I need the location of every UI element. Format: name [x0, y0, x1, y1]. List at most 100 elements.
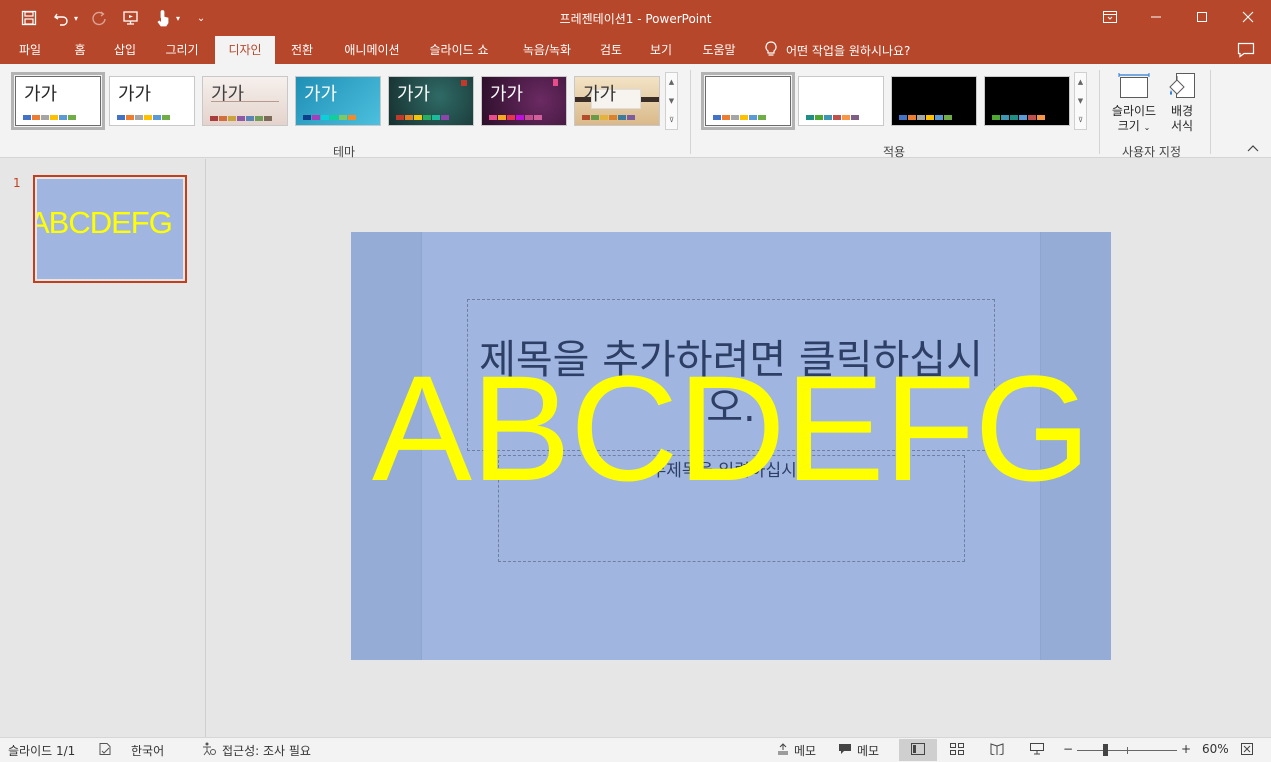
language-status[interactable]: 한국어 — [131, 742, 164, 759]
reading-view-button[interactable] — [978, 739, 1016, 761]
fit-to-window-button[interactable] — [1240, 742, 1254, 759]
slide-counter: 슬라이드 1/1 — [8, 744, 76, 758]
theme-sample-text: 가가 — [24, 84, 58, 105]
ribbon-tabs: 파일 홈 삽입 그리기 디자인 전환 애니메이션 슬라이드 쇼 녹음/녹화 검토… — [0, 36, 1271, 64]
tab-file[interactable]: 파일 — [8, 36, 52, 64]
format-background-button[interactable]: 배경 서식 — [1158, 70, 1206, 134]
slide-thumbnail[interactable]: ABCDEFG — [33, 175, 187, 283]
slide-size-button[interactable]: 슬라이드 크기 ⌄ — [1106, 70, 1162, 135]
theme-swatches — [23, 115, 76, 120]
fit-window-icon — [1240, 742, 1254, 759]
theme-swatches — [303, 115, 356, 120]
customize-group-label: 사용자 지정 — [1122, 145, 1182, 159]
theme-organic[interactable]: 가가 — [388, 76, 474, 126]
slide-number: 1 — [13, 176, 21, 190]
theme-sample-text: 가가 — [583, 84, 617, 105]
scroll-up-icon[interactable]: ▲ — [1078, 78, 1083, 86]
accessibility-icon — [201, 742, 217, 759]
theme-sample-text: 가가 — [118, 84, 152, 105]
theme-ion[interactable]: 가가 — [295, 76, 381, 126]
slideshow-button[interactable] — [1018, 739, 1056, 761]
close-icon[interactable] — [1225, 0, 1271, 34]
comment-icon — [838, 743, 852, 758]
zoom-level[interactable]: 60% — [1202, 742, 1229, 756]
status-bar: 슬라이드 1/1 한국어 접근성: 조사 필요 메모 메모 − + 60% — [0, 737, 1271, 762]
slide-size-icon — [1106, 70, 1162, 104]
slide-size-label-2: 크기 — [1117, 119, 1140, 133]
spell-check-status[interactable] — [98, 742, 112, 759]
zoom-slider-thumb[interactable] — [1103, 744, 1108, 756]
slide-editor: 제목을 추가하려면 클릭하십시오. 부제목을 입력하십시오 ABCDEFG — [207, 159, 1271, 737]
tab-draw[interactable]: 그리기 — [155, 36, 209, 64]
slide-size-label: 슬라이드 — [1111, 104, 1157, 118]
tab-insert[interactable]: 삽입 — [104, 36, 146, 64]
ribbon-display-icon[interactable] — [1087, 0, 1133, 34]
zoom-out-button[interactable]: − — [1063, 742, 1073, 756]
tab-view[interactable]: 보기 — [640, 36, 682, 64]
format-background-label: 배경 — [1170, 104, 1194, 118]
variant-2[interactable] — [798, 76, 884, 126]
theme-office[interactable]: 가가 — [11, 72, 105, 130]
ribbon-design: 가가 가가 가가 가가 가가 가가 가가 ▲ ▼ ⊽ 테마 ▲ ▼ ⊽ 적용 슬… — [0, 64, 1271, 159]
comments-button[interactable]: 메모 — [838, 742, 879, 759]
title-bar: ▾ ▾ ⌄ 프레젠테이션1 - PowerPoint — [0, 0, 1271, 36]
theme-sample-text: 가가 — [304, 84, 338, 105]
notes-button[interactable]: 메모 — [777, 742, 816, 759]
tab-home[interactable]: 홈 — [62, 36, 98, 64]
slide-sorter-button[interactable] — [938, 739, 976, 761]
variants-group-label: 적용 — [883, 145, 906, 159]
tab-help[interactable]: 도움말 — [692, 36, 746, 64]
tab-record[interactable]: 녹음/녹화 — [510, 36, 584, 64]
variant-4[interactable] — [984, 76, 1070, 126]
tell-me-search[interactable]: 어떤 작업을 원하시나요? — [764, 36, 910, 64]
slide-thumbnail-canvas: ABCDEFG — [37, 179, 183, 279]
tab-slideshow[interactable]: 슬라이드 쇼 — [419, 36, 499, 64]
theme-berlin[interactable]: 가가 — [481, 76, 567, 126]
tab-transitions[interactable]: 전환 — [281, 36, 323, 64]
minimize-icon[interactable] — [1133, 0, 1179, 34]
notes-icon — [777, 743, 789, 758]
accessibility-text: 접근성: 조사 필요 — [222, 744, 311, 758]
tab-design[interactable]: 디자인 — [215, 36, 275, 64]
theme-gallery-scroll[interactable]: ▲ ▼ ⊽ — [665, 72, 678, 130]
comments-label: 메모 — [857, 744, 880, 758]
gallery-more-icon[interactable]: ⊽ — [1078, 116, 1083, 124]
variant-swatches — [992, 115, 1045, 120]
gallery-more-icon[interactable]: ⊽ — [669, 116, 674, 124]
comments-icon[interactable] — [1237, 42, 1255, 58]
format-background-icon — [1158, 70, 1206, 104]
theme-sample-text: 가가 — [211, 84, 245, 105]
maximize-icon[interactable] — [1179, 0, 1225, 34]
scroll-up-icon[interactable]: ▲ — [669, 78, 674, 86]
wordart-text[interactable]: ABCDEFG — [351, 353, 1111, 503]
variant-gallery-scroll[interactable]: ▲ ▼ ⊽ — [1074, 72, 1087, 130]
group-divider — [690, 70, 691, 154]
zoom-in-button[interactable]: + — [1181, 742, 1191, 756]
spelling-icon — [98, 742, 112, 759]
reading-view-icon — [990, 742, 1004, 758]
collapse-ribbon-icon[interactable] — [1247, 144, 1259, 155]
theme-swatches — [210, 116, 272, 121]
normal-view-icon — [911, 742, 925, 758]
scroll-down-icon[interactable]: ▼ — [669, 97, 674, 105]
theme-facet[interactable]: 가가 — [202, 76, 288, 126]
slide-thumbnails-pane: 1 ABCDEFG — [0, 159, 206, 737]
theme-office-2[interactable]: 가가 — [109, 76, 195, 126]
thumbnail-wordart: ABCDEFG — [37, 205, 173, 240]
tab-review[interactable]: 검토 — [590, 36, 632, 64]
theme-swatches — [582, 115, 635, 120]
tab-animations[interactable]: 애니메이션 — [332, 36, 412, 64]
tell-me-text: 어떤 작업을 원하시나요? — [786, 43, 911, 58]
accessibility-status[interactable]: 접근성: 조사 필요 — [201, 742, 311, 759]
variant-3[interactable] — [891, 76, 977, 126]
normal-view-button[interactable] — [899, 739, 937, 761]
notes-label: 메모 — [794, 744, 817, 758]
slide-canvas[interactable]: 제목을 추가하려면 클릭하십시오. 부제목을 입력하십시오 ABCDEFG — [351, 232, 1111, 660]
chevron-down-icon: ⌄ — [1143, 123, 1151, 132]
window-controls — [1087, 0, 1271, 34]
variant-swatches — [899, 115, 952, 120]
theme-wood[interactable]: 가가 — [574, 76, 660, 126]
scroll-down-icon[interactable]: ▼ — [1078, 97, 1083, 105]
theme-sample-text: 가가 — [490, 84, 524, 105]
variant-1[interactable] — [701, 72, 795, 130]
